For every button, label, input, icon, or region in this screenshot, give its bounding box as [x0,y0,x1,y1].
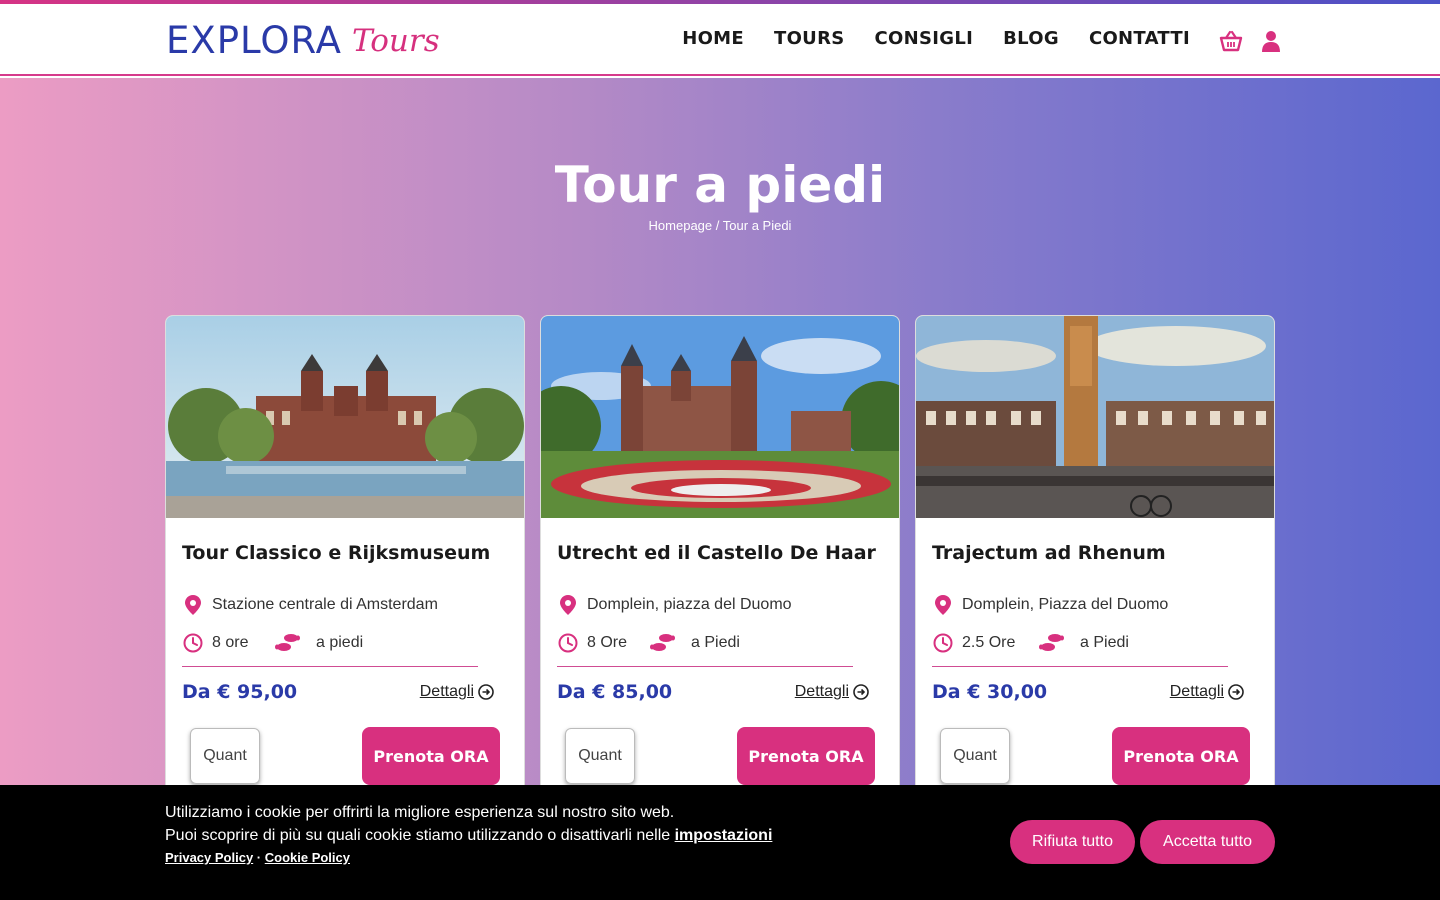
map-pin-icon [182,594,204,616]
page-title: Tour a piedi [554,156,886,214]
tour-card: Tour Classico e Rijksmuseum Stazione cen… [165,315,525,835]
user-icon[interactable] [1258,28,1284,54]
header-icons [1218,28,1284,54]
cookie-line-1: Utilizziamo i cookie per offrirti la mig… [165,804,675,821]
breadcrumb: Homepage / Tour a Piedi [0,218,1440,233]
nav-consigli[interactable]: CONSIGLI [875,28,974,49]
details-label: Dettagli [794,683,849,700]
policy-separator: · [253,850,265,865]
cookie-banner: Utilizziamo i cookie per offrirti la mig… [0,785,1440,900]
card-actions: Quant Prenota ORA [557,727,875,785]
tour-location: Stazione centrale di Amsterdam [212,596,438,613]
card-body: Trajectum ad Rhenum Domplein, Piazza del… [916,518,1274,785]
arrow-right-circle-icon [1228,684,1244,700]
tour-price: Da € 30,00 [932,681,1048,703]
site-header: EXPLORA Tours HOME TOURS CONSIGLI BLOG C… [0,4,1440,76]
basket-icon[interactable] [1218,28,1244,54]
footprints-icon [274,632,302,654]
tour-title[interactable]: Tour Classico e Rijksmuseum [182,542,508,564]
price-row: Da € 30,00 Dettagli [932,681,1244,703]
reject-all-button[interactable]: Rifiuta tutto [1010,820,1135,864]
book-now-button[interactable]: Prenota ORA [1112,727,1250,785]
tour-image[interactable] [541,316,899,518]
duration-row: 2.5 Ore a Piedi [932,632,1258,654]
cookie-settings-link[interactable]: impostazioni [675,827,773,844]
accept-all-button[interactable]: Accetta tutto [1140,820,1275,864]
hero-section: Tour a piedi Homepage / Tour a Piedi Tou… [0,78,1440,900]
price-row: Da € 85,00 Dettagli [557,681,869,703]
card-divider [182,666,478,667]
card-divider [932,666,1228,667]
card-actions: Quant Prenota ORA [932,727,1250,785]
tour-title[interactable]: Utrecht ed il Castello De Haar [557,542,883,564]
book-now-button[interactable]: Prenota ORA [737,727,875,785]
card-actions: Quant Prenota ORA [182,727,500,785]
breadcrumb-separator: / [715,218,720,233]
duration-row: 8 Ore a Piedi [557,632,883,654]
cookie-policy-links: Privacy Policy · Cookie Policy [165,850,350,865]
clock-icon [557,632,579,654]
book-now-button[interactable]: Prenota ORA [362,727,500,785]
location-row: Stazione centrale di Amsterdam [182,594,508,616]
card-body: Utrecht ed il Castello De Haar Domplein,… [541,518,899,785]
details-label: Dettagli [1169,683,1224,700]
arrow-right-circle-icon [853,684,869,700]
clock-icon [182,632,204,654]
card-body: Tour Classico e Rijksmuseum Stazione cen… [166,518,524,785]
details-link[interactable]: Dettagli [420,683,494,701]
breadcrumb-current: Tour a Piedi [722,218,792,233]
logo-main-text: EXPLORA [166,18,342,62]
tour-duration: 8 ore [212,634,249,651]
price-row: Da € 95,00 Dettagli [182,681,494,703]
cookie-line-2-text: Puoi scoprire di più su quali cookie sti… [165,827,671,844]
footprints-icon [649,632,677,654]
footprints-icon [1038,632,1066,654]
details-label: Dettagli [419,683,474,700]
tour-mode: a piedi [316,634,364,651]
tour-duration: 8 Ore [587,634,628,651]
tour-card: Trajectum ad Rhenum Domplein, Piazza del… [915,315,1275,835]
details-link[interactable]: Dettagli [795,683,869,701]
location-row: Domplein, Piazza del Duomo [932,594,1258,616]
tour-mode: a Piedi [1080,634,1129,651]
tour-duration: 2.5 Ore [962,634,1016,651]
quantity-input[interactable]: Quant [940,728,1010,784]
tour-title[interactable]: Trajectum ad Rhenum [932,542,1258,564]
cookie-message: Utilizziamo i cookie per offrirti la mig… [165,801,772,847]
privacy-policy-link[interactable]: Privacy Policy [165,850,253,865]
tour-card: Utrecht ed il Castello De Haar Domplein,… [540,315,900,835]
tour-image[interactable] [916,316,1274,518]
quantity-input[interactable]: Quant [565,728,635,784]
arrow-right-circle-icon [478,684,494,700]
quantity-input[interactable]: Quant [190,728,260,784]
logo-script-text: Tours [351,23,440,59]
cookie-line-2: Puoi scoprire di più su quali cookie sti… [165,824,772,847]
nav-contatti[interactable]: CONTATTI [1089,28,1190,49]
map-pin-icon [557,594,579,616]
clock-icon [932,632,954,654]
logo[interactable]: EXPLORA Tours [166,18,440,62]
tour-price: Da € 95,00 [182,681,298,703]
tour-location: Domplein, piazza del Duomo [587,596,792,613]
nav-blog[interactable]: BLOG [1003,28,1059,49]
tour-price: Da € 85,00 [557,681,673,703]
tour-image[interactable] [166,316,524,518]
location-row: Domplein, piazza del Duomo [557,594,883,616]
nav-home[interactable]: HOME [682,28,744,49]
duration-row: 8 ore a piedi [182,632,508,654]
tour-location: Domplein, Piazza del Duomo [962,596,1169,613]
nav-tours[interactable]: TOURS [774,28,845,49]
details-link[interactable]: Dettagli [1170,683,1244,701]
main-nav: HOME TOURS CONSIGLI BLOG CONTATTI [682,28,1190,49]
tour-mode: a Piedi [691,634,740,651]
card-divider [557,666,853,667]
cookie-policy-link[interactable]: Cookie Policy [265,850,350,865]
breadcrumb-home[interactable]: Homepage [649,218,713,233]
map-pin-icon [932,594,954,616]
